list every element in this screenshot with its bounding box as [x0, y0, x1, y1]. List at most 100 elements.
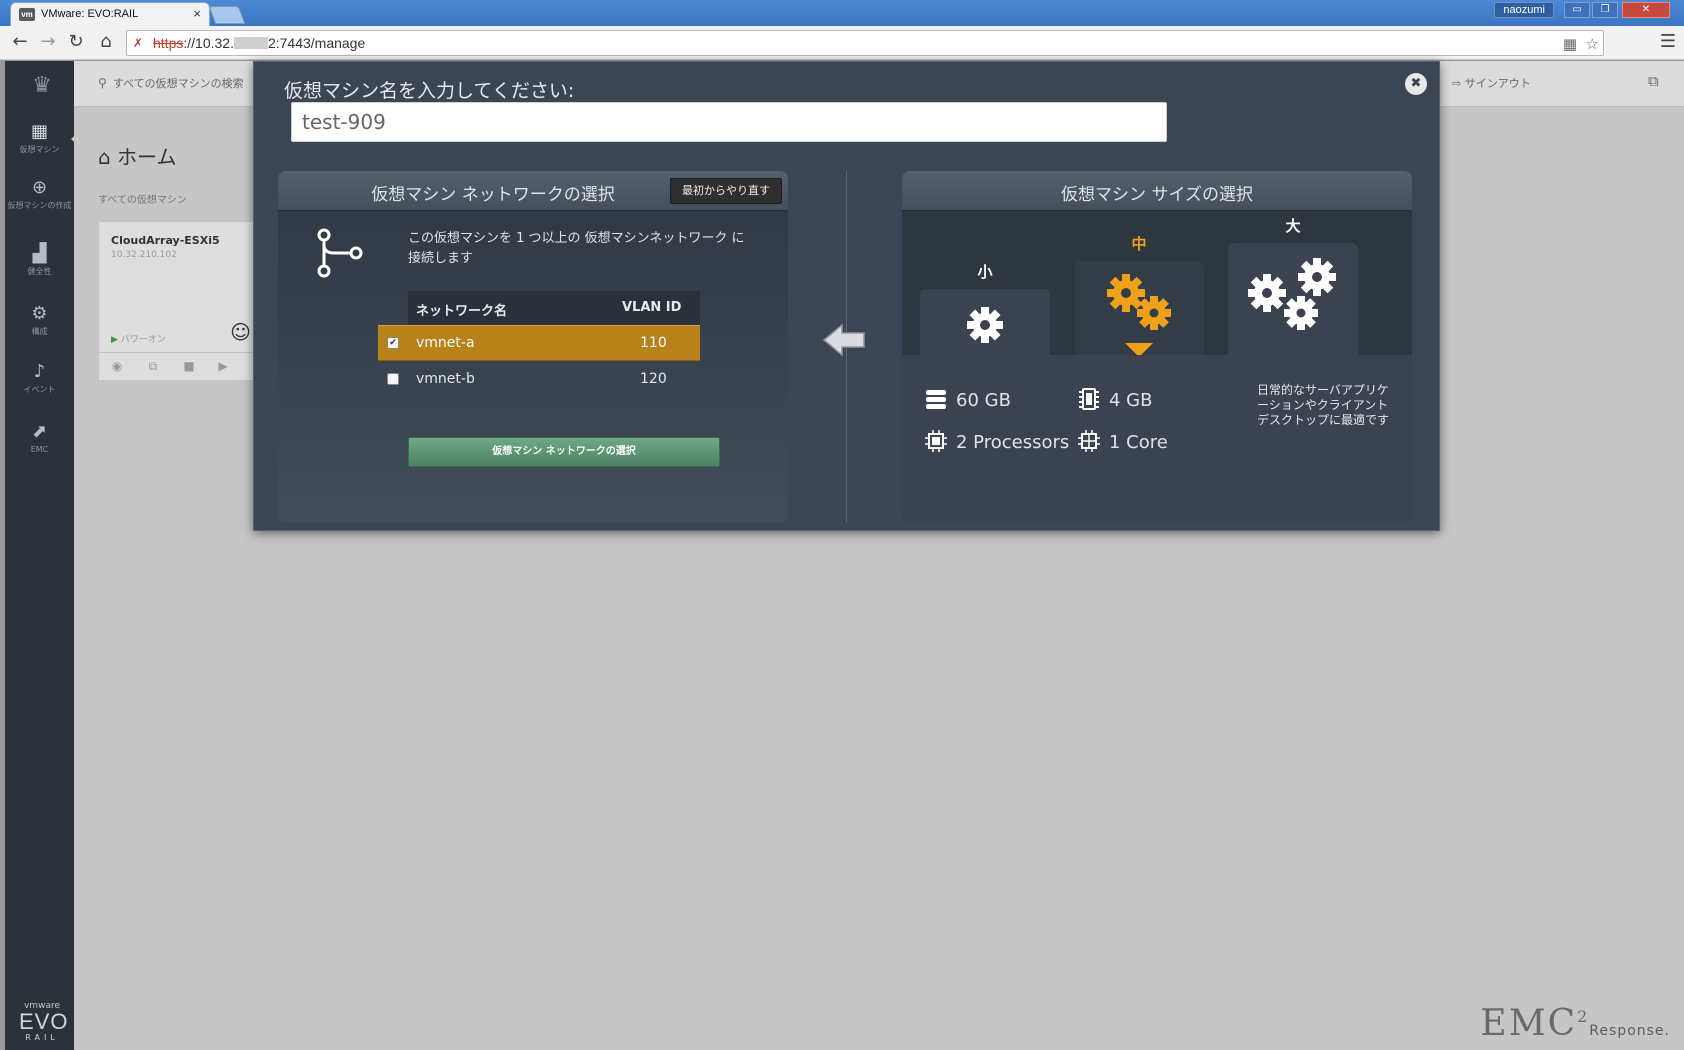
- page-title: ⌂ ホーム: [98, 141, 176, 170]
- browser-toolbar: ← → ↻ ⌂ ✗ https://10.32. 2:7443/manage ▦ …: [0, 26, 1684, 60]
- gear-icon: ⚙: [31, 303, 48, 324]
- sidebar: ♛ ▦ 仮想マシン ⊕ 仮想マシンの作成 ▟ 健全性 ⚙ 構成 ♪ イベント ⬈…: [5, 61, 80, 1050]
- forward-icon[interactable]: →: [36, 30, 60, 54]
- profile-badge[interactable]: naozumi: [1494, 2, 1554, 18]
- reset-button[interactable]: 最初からやり直す: [670, 178, 782, 204]
- table-row[interactable]: vmnet-b 120: [378, 361, 700, 397]
- spec-storage-value: 60 GB: [956, 390, 1011, 411]
- bell-icon: ♪: [33, 361, 46, 382]
- storage-icon: [926, 390, 946, 409]
- menu-icon[interactable]: ☰: [1660, 31, 1676, 52]
- page-subtitle: すべての仮想マシン: [98, 195, 187, 206]
- restore-window-button[interactable]: ❐: [1592, 2, 1618, 18]
- minimize-window-button[interactable]: ▭: [1564, 2, 1590, 18]
- size-panel-title: 仮想マシン サイズの選択: [1061, 185, 1253, 205]
- vm-search[interactable]: ⚲ すべての仮想マシンの検索: [98, 75, 244, 91]
- tab-title: VMware: EVO:RAIL: [41, 8, 139, 20]
- new-tab-button[interactable]: [208, 6, 246, 24]
- external-window-icon[interactable]: ⧉: [1648, 72, 1659, 90]
- brand-product: EVO: [19, 1009, 69, 1034]
- watermark-sub: Response.: [1589, 1023, 1670, 1039]
- network-branch-icon: [317, 228, 363, 278]
- size-large-label: 大: [1285, 217, 1301, 235]
- brand-sub: RAIL: [25, 1033, 59, 1042]
- stop-icon[interactable]: ■: [179, 359, 199, 373]
- close-window-button[interactable]: ✕: [1622, 2, 1670, 18]
- browser-titlebar: vm VMware: EVO:RAIL × naozumi ▭ ❐ ✕: [0, 0, 1684, 26]
- address-bar[interactable]: ✗ https://10.32. 2:7443/manage ▦ ☆: [126, 30, 1604, 56]
- processor-icon: [925, 430, 947, 452]
- network-name-cell: vmnet-b: [416, 371, 475, 387]
- size-description: 日常的なサーバアプリケーションやクライアント デスクトップに最適です: [1257, 383, 1390, 427]
- vm-card[interactable]: CloudArray-ESXi5 10.32.210.102 ▶ パワーオン ☺…: [98, 221, 259, 381]
- sidebar-item-config[interactable]: ⚙ 構成: [5, 303, 74, 337]
- home-icon[interactable]: ⌂: [94, 30, 118, 54]
- memory-chip-icon: [1079, 388, 1099, 410]
- health-icon: ▟: [32, 243, 47, 264]
- size-panel-header: 仮想マシン サイズの選択: [902, 171, 1412, 211]
- url-scheme: https: [153, 35, 184, 51]
- view-icon[interactable]: ◉: [107, 359, 127, 373]
- emc-icon: ⬈: [31, 421, 48, 442]
- back-icon[interactable]: ←: [8, 30, 32, 54]
- network-description: この仮想マシンを 1 つ以上の 仮想マシンネットワーク に接続します: [408, 231, 745, 266]
- star-icon[interactable]: ☆: [1586, 35, 1599, 53]
- spec-storage: 60 GB: [924, 387, 1011, 411]
- table-row[interactable]: ✔ vmnet-a 110: [378, 325, 700, 361]
- evo-rail-logo-icon: ♛: [32, 73, 52, 98]
- signout-link[interactable]: ⇨ サインアウト: [1452, 75, 1531, 91]
- sidebar-item-events[interactable]: ♪ イベント: [5, 361, 74, 395]
- translate-icon[interactable]: ▦: [1563, 35, 1577, 53]
- clone-icon[interactable]: ⧉: [143, 359, 163, 374]
- vm-card-actions: ◉ ⧉ ■ ▶: [99, 352, 259, 380]
- url-path: 2:7443/manage: [267, 35, 366, 51]
- sidebar-item-label: 仮想マシン: [19, 145, 60, 154]
- tab-close-icon[interactable]: ×: [193, 6, 201, 21]
- spec-memory: 4 GB: [1077, 387, 1152, 411]
- play-icon: ▶: [111, 335, 121, 345]
- vm-name-input[interactable]: [291, 102, 1167, 142]
- column-vlan-id: VLAN ID: [622, 300, 682, 315]
- row-checkbox-checked[interactable]: ✔: [387, 337, 399, 349]
- watermark-sup: 2: [1577, 1007, 1590, 1026]
- sidebar-item-emc[interactable]: ⬈ EMC: [5, 421, 74, 455]
- url-text: https://10.32. 2:7443/manage: [153, 35, 365, 51]
- vlan-id-cell: 120: [640, 371, 667, 387]
- sidebar-item-label: EMC: [30, 445, 49, 454]
- sidebar-item-vms[interactable]: ▦ 仮想マシン: [5, 121, 74, 155]
- select-network-button[interactable]: 仮想マシン ネットワークの選択: [408, 437, 720, 467]
- sidebar-item-label: 健全性: [27, 267, 52, 276]
- reload-icon[interactable]: ↻: [64, 30, 88, 54]
- search-icon: ⚲: [98, 76, 107, 90]
- spec-processors-value: 2 Processors: [956, 432, 1070, 453]
- insecure-lock-icon[interactable]: ✗: [133, 36, 147, 50]
- sidebar-item-health[interactable]: ▟ 健全性: [5, 243, 74, 277]
- gear-small-icon: [967, 307, 1003, 343]
- watermark-main: EMC: [1480, 1003, 1578, 1044]
- evo-rail-brand: vmware EVO RAIL: [19, 1001, 69, 1042]
- vm-name: CloudArray-ESXi5: [111, 234, 220, 247]
- plus-circle-icon: ⊕: [31, 177, 48, 198]
- create-vm-modal: ✖ 仮想マシン名を入力してください: 仮想マシン ネットワークの選択 最初からや…: [253, 61, 1440, 531]
- browser-tab[interactable]: vm VMware: EVO:RAIL ×: [10, 2, 210, 26]
- size-medium-label: 中: [1131, 235, 1147, 253]
- linux-tux-icon: ☺: [230, 320, 251, 344]
- size-panel: 仮想マシン サイズの選択 小 中 大 60 GB 4 GB 2 Processo…: [902, 171, 1412, 523]
- vm-status-text: パワーオン: [120, 335, 166, 345]
- sidebar-item-label: 仮想マシンの作成: [7, 201, 72, 210]
- start-icon[interactable]: ▶: [213, 359, 233, 373]
- vm-name-label: 仮想マシン名を入力してください:: [284, 80, 575, 102]
- vm-ip: 10.32.210.102: [111, 250, 177, 260]
- close-icon[interactable]: ✖: [1405, 73, 1427, 95]
- network-panel: 仮想マシン ネットワークの選択 最初からやり直す この仮想マシンを 1 つ以上の…: [278, 171, 788, 523]
- vm-status: ▶ パワーオン: [111, 332, 166, 345]
- row-checkbox[interactable]: [387, 373, 399, 385]
- vmware-favicon-icon: vm: [19, 8, 35, 21]
- sidebar-item-create-vm[interactable]: ⊕ 仮想マシンの作成: [5, 177, 74, 211]
- network-name-cell: vmnet-a: [416, 335, 475, 351]
- network-panel-header: 仮想マシン ネットワークの選択 最初からやり直す: [278, 171, 788, 211]
- column-network-name: ネットワーク名: [416, 304, 508, 319]
- url-host: ://10.32.: [183, 35, 234, 51]
- redacted-host: [233, 37, 268, 49]
- network-table-header: ネットワーク名 VLAN ID: [408, 291, 700, 325]
